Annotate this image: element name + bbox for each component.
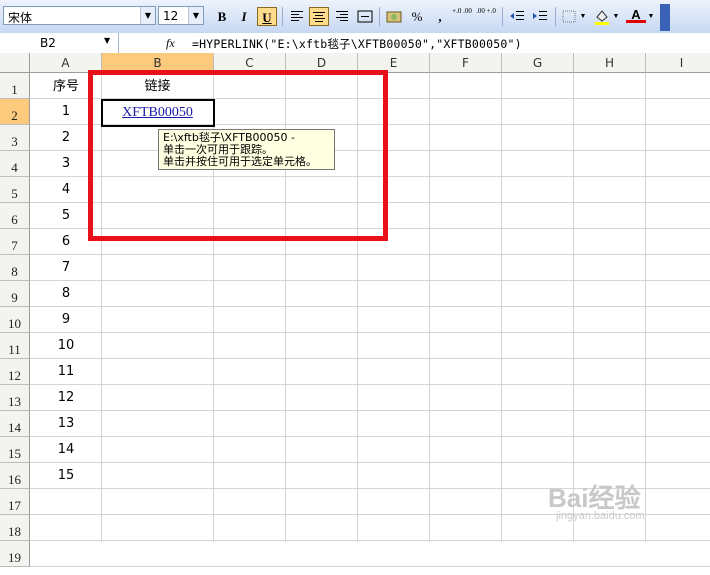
decrease-indent-icon[interactable]	[507, 7, 527, 26]
row-header-4[interactable]: 4	[0, 151, 30, 177]
gridline	[30, 410, 710, 411]
chevron-down-icon[interactable]: ▼	[646, 7, 656, 26]
cell-a13[interactable]: 12	[31, 385, 101, 411]
align-right-icon[interactable]	[332, 7, 352, 26]
chevron-down-icon[interactable]: ▼	[578, 7, 588, 26]
row-header-19[interactable]: 19	[0, 541, 30, 567]
column-header-g[interactable]: G	[502, 53, 574, 73]
toolbar-separator	[379, 7, 380, 26]
toolbar-options-button[interactable]	[660, 4, 670, 31]
gridline	[30, 306, 710, 307]
column-header-i[interactable]: I	[646, 53, 710, 73]
gridline	[501, 73, 502, 542]
font-size-select[interactable]: 12 ▼	[158, 6, 204, 25]
align-center-icon[interactable]	[309, 7, 329, 26]
row-header-13[interactable]: 13	[0, 385, 30, 411]
name-box-value: B2	[40, 36, 56, 50]
row-header-7[interactable]: 7	[0, 229, 30, 255]
gridline	[30, 566, 710, 567]
row-header-5[interactable]: 5	[0, 177, 30, 203]
gridline	[429, 73, 430, 542]
formula-input[interactable]: =HYPERLINK("E:\xftb毯子\XFTB00050","XFTB00…	[192, 36, 522, 52]
gridline	[30, 384, 710, 385]
cell-a12[interactable]: 11	[31, 359, 101, 385]
cell-a14[interactable]: 13	[31, 411, 101, 437]
column-header-f[interactable]: F	[430, 53, 502, 73]
row-header-3[interactable]: 3	[0, 125, 30, 151]
borders-icon[interactable]	[560, 7, 580, 26]
gridline	[30, 332, 710, 333]
gridline	[30, 436, 710, 437]
font-name-select[interactable]: 宋体 ▼	[3, 6, 156, 25]
gridline	[30, 358, 710, 359]
baidu-watermark-url: jingyan.baidu.com	[556, 510, 645, 522]
gridline	[30, 254, 710, 255]
italic-button[interactable]: I	[234, 7, 254, 26]
chevron-down-icon[interactable]: ▼	[188, 7, 203, 24]
cell-a10[interactable]: 9	[31, 307, 101, 333]
name-box[interactable]: B2 ▼	[0, 33, 119, 53]
toolbar-separator	[555, 7, 556, 26]
fill-color-icon[interactable]	[592, 7, 612, 26]
underline-button[interactable]: U	[257, 7, 277, 26]
column-header-h[interactable]: H	[574, 53, 646, 73]
insert-function-icon[interactable]: fx	[166, 36, 175, 51]
gridline	[30, 280, 710, 281]
row-header-1[interactable]: 1	[0, 73, 30, 99]
gridline	[30, 540, 710, 541]
row-header-2[interactable]: 2	[0, 99, 30, 125]
gridline	[645, 73, 646, 542]
row-header-16[interactable]: 16	[0, 463, 30, 489]
row-header-17[interactable]: 17	[0, 489, 30, 515]
cell-a9[interactable]: 8	[31, 281, 101, 307]
font-name-value: 宋体	[8, 11, 33, 25]
bold-button[interactable]: B	[212, 7, 232, 26]
row-header-15[interactable]: 15	[0, 437, 30, 463]
align-left-icon[interactable]	[287, 7, 307, 26]
gridline	[30, 462, 710, 463]
toolbar-separator	[502, 7, 503, 26]
cell-a8[interactable]: 7	[31, 255, 101, 281]
chevron-down-icon[interactable]: ▼	[611, 7, 621, 26]
row-header-8[interactable]: 8	[0, 255, 30, 281]
increase-indent-icon[interactable]	[530, 7, 550, 26]
merge-center-icon[interactable]	[355, 7, 375, 26]
row-header-9[interactable]: 9	[0, 281, 30, 307]
formula-bar: B2 ▼ fx =HYPERLINK("E:\xftb毯子\XFTB00050"…	[0, 33, 710, 54]
gridline	[573, 73, 574, 542]
row-header-12[interactable]: 12	[0, 359, 30, 385]
font-color-button[interactable]: A	[626, 7, 646, 23]
row-header-18[interactable]: 18	[0, 515, 30, 541]
decrease-decimal-button[interactable]: .00 +.0	[476, 7, 496, 26]
toolbar-separator	[282, 7, 283, 26]
row-header-10[interactable]: 10	[0, 307, 30, 333]
row-header-14[interactable]: 14	[0, 411, 30, 437]
cell-a16[interactable]: 15	[31, 463, 101, 489]
percent-style-button[interactable]: %	[407, 7, 427, 26]
chevron-down-icon[interactable]: ▼	[140, 7, 155, 24]
formatting-toolbar: 宋体 ▼ 12 ▼ B I U % , +.0 .00 .00 +.0 ▼ ▼ …	[0, 0, 710, 34]
cell-a11[interactable]: 10	[31, 333, 101, 359]
comma-style-button[interactable]: ,	[430, 7, 450, 26]
highlight-box	[88, 70, 388, 241]
font-size-value: 12	[163, 9, 179, 23]
currency-icon[interactable]	[384, 7, 404, 26]
row-header-6[interactable]: 6	[0, 203, 30, 229]
increase-decimal-button[interactable]: +.0 .00	[452, 7, 472, 26]
select-all-corner[interactable]	[0, 53, 30, 73]
cell-a15[interactable]: 14	[31, 437, 101, 463]
row-header-11[interactable]: 11	[0, 333, 30, 359]
chevron-down-icon[interactable]: ▼	[104, 36, 110, 45]
